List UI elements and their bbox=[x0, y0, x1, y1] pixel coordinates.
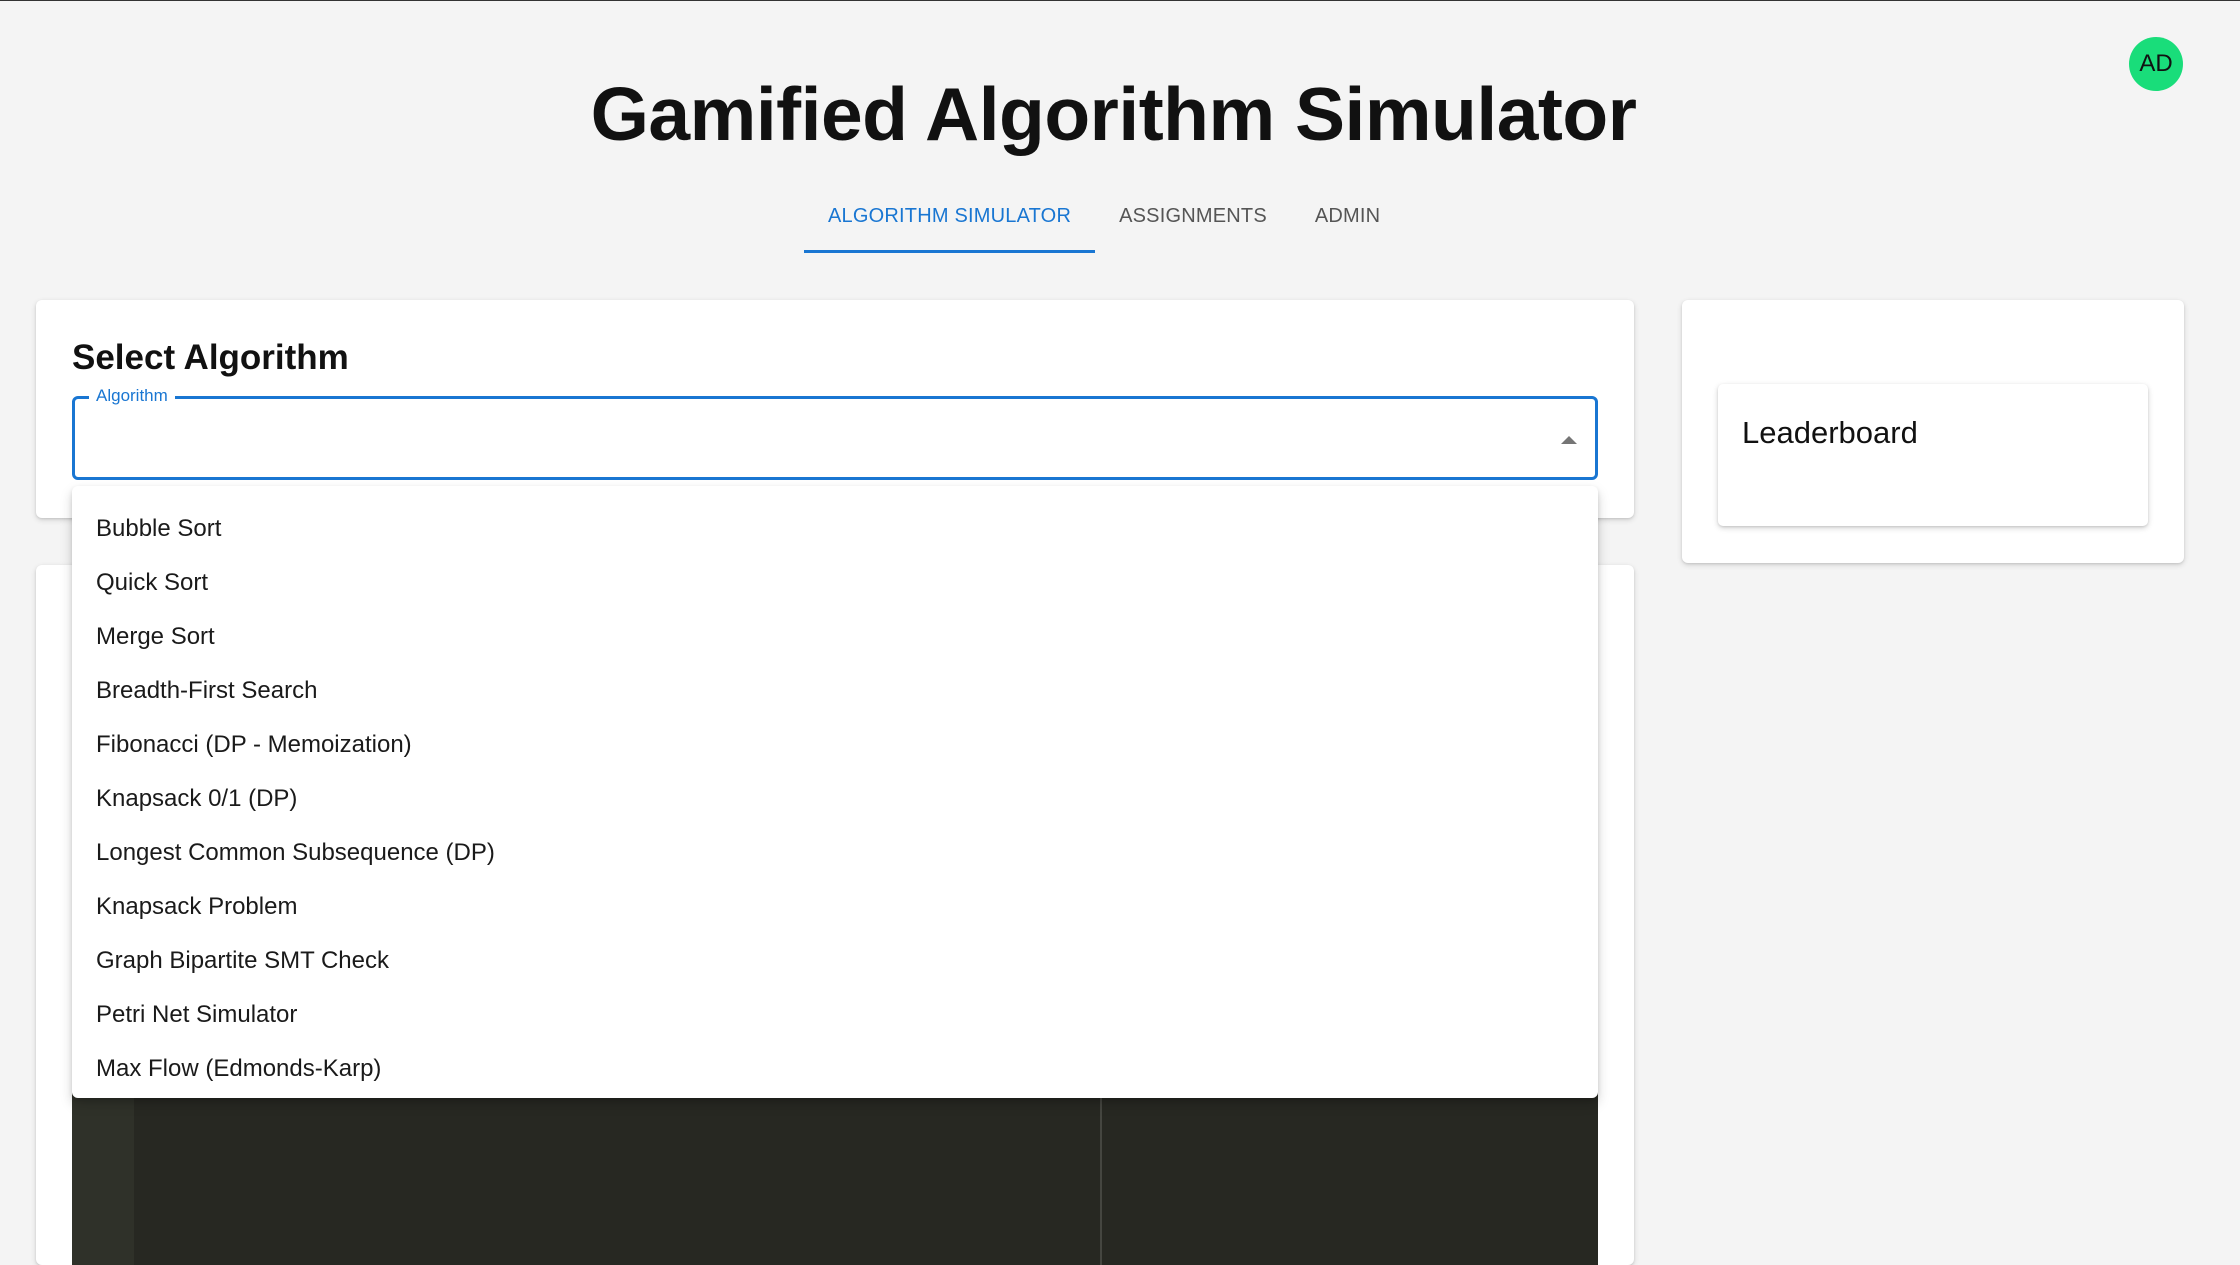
tab-assignments[interactable]: ASSIGNMENTS bbox=[1095, 191, 1291, 253]
option-knapsack-problem[interactable]: Knapsack Problem bbox=[72, 880, 1598, 934]
select-algorithm-heading: Select Algorithm bbox=[72, 338, 349, 377]
leaderboard-title: Leaderboard bbox=[1742, 415, 1918, 450]
option-merge-sort[interactable]: Merge Sort bbox=[72, 610, 1598, 664]
page-title: Gamified Algorithm Simulator bbox=[590, 72, 1637, 156]
option-bubble-sort[interactable]: Bubble Sort bbox=[72, 502, 1598, 556]
option-breadth-first-search[interactable]: Breadth-First Search bbox=[72, 664, 1598, 718]
option-max-flow[interactable]: Max Flow (Edmonds-Karp) bbox=[72, 1042, 1598, 1096]
option-graph-bipartite[interactable]: Graph Bipartite SMT Check bbox=[72, 934, 1598, 988]
option-petri-net[interactable]: Petri Net Simulator bbox=[72, 988, 1598, 1042]
editor-gutter bbox=[72, 1085, 134, 1265]
main-tabs: ALGORITHM SIMULATOR ASSIGNMENTS ADMIN bbox=[804, 191, 1404, 253]
editor-pane-divider[interactable] bbox=[1100, 1085, 1102, 1265]
option-lcs[interactable]: Longest Common Subsequence (DP) bbox=[72, 826, 1598, 880]
option-quick-sort[interactable]: Quick Sort bbox=[72, 556, 1598, 610]
option-knapsack-01[interactable]: Knapsack 0/1 (DP) bbox=[72, 772, 1598, 826]
tab-admin[interactable]: ADMIN bbox=[1291, 191, 1404, 253]
sidebar-card: Leaderboard bbox=[1682, 300, 2184, 563]
algorithm-dropdown-menu: Bubble Sort Quick Sort Merge Sort Breadt… bbox=[72, 486, 1598, 1098]
option-fibonacci[interactable]: Fibonacci (DP - Memoization) bbox=[72, 718, 1598, 772]
tab-algorithm-simulator[interactable]: ALGORITHM SIMULATOR bbox=[804, 191, 1096, 253]
caret-up-icon[interactable] bbox=[1561, 436, 1577, 444]
algorithm-select-label: Algorithm bbox=[89, 386, 175, 406]
algorithm-select[interactable]: Algorithm bbox=[72, 386, 1598, 480]
leaderboard-panel: Leaderboard bbox=[1718, 384, 2148, 526]
code-editor[interactable] bbox=[72, 1085, 1598, 1265]
